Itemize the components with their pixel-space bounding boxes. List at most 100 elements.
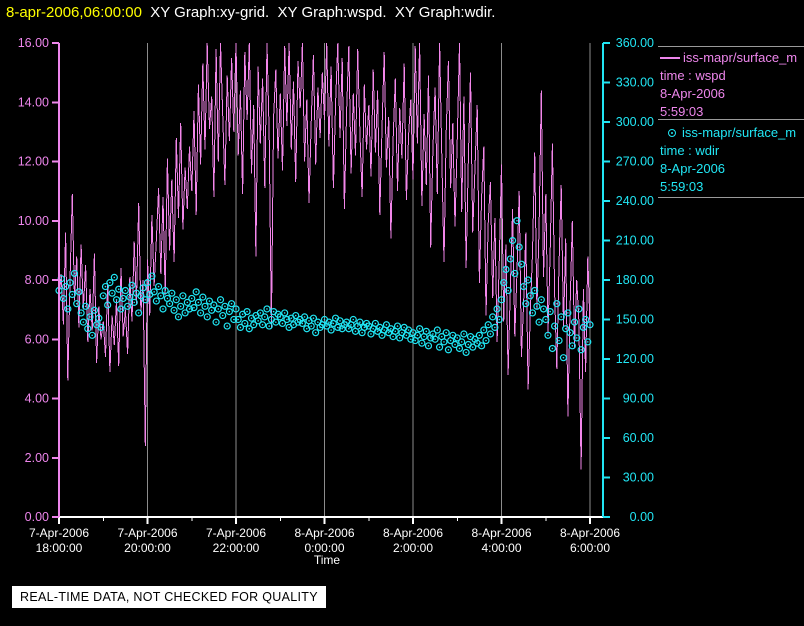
x-tick-date-label: 8-Apr-2006 (471, 526, 531, 540)
wdir-point-dot (159, 295, 162, 297)
wdir-point-dot (383, 329, 386, 331)
wdir-point-dot (356, 325, 359, 327)
wdir-point-dot (578, 308, 580, 310)
x-tick-time-label: 18:00:00 (36, 541, 83, 555)
x-tick-date-label: 7-Apr-2006 (29, 526, 89, 540)
wdir-point-dot (230, 302, 233, 305)
wdir-point-dot (370, 333, 372, 335)
wdir-point-dot (91, 334, 93, 337)
wdir-point-dot (288, 326, 290, 329)
wdir-point-dot (478, 334, 481, 337)
wdir-point-dot (206, 316, 209, 318)
wdir-point-dot (516, 219, 518, 222)
wdir-point-dot (553, 325, 556, 327)
circle-marker-icon (668, 129, 676, 137)
wdir-point-dot (414, 339, 417, 342)
wdir-point-dot (100, 326, 102, 329)
wdir-point-dot (502, 281, 505, 284)
wdir-point-dot (372, 327, 374, 330)
wdir-point-dot (228, 310, 231, 313)
wdir-point-dot (483, 329, 485, 331)
wdir-point-dot (142, 287, 144, 289)
wdir-point-dot (270, 318, 273, 321)
x-tick-date-label: 8-Apr-2006 (560, 526, 620, 540)
wdir-point-dot (396, 325, 399, 327)
legend-separator (658, 197, 804, 198)
wdir-point-dot (308, 320, 310, 322)
right-axis-tick-label: 60.00 (623, 431, 654, 445)
wdir-point-dot (584, 318, 587, 321)
wdir-point-dot (339, 320, 341, 322)
legend-separator (658, 119, 804, 120)
wdir-point-dot (562, 356, 565, 359)
wdir-point-dot (168, 302, 171, 305)
wdir-point-dot (361, 331, 363, 334)
legend-entry-wspd-name[interactable]: iss-mapr/surface_m (660, 50, 804, 65)
wdir-point-dot (122, 297, 124, 300)
wdir-point-dot (195, 291, 197, 293)
wdir-point-dot (171, 292, 173, 294)
wdir-point-dot (529, 295, 532, 297)
wdir-point-dot (345, 321, 348, 323)
wdir-point-dot (412, 331, 414, 334)
left-axis-tick-label: 6.00 (25, 332, 49, 346)
wdir-point-dot (474, 338, 476, 341)
wdir-point-dot (330, 329, 332, 331)
wdir-point-dot (494, 326, 496, 329)
wdir-point-dot (252, 323, 255, 326)
wdir-point-dot (452, 334, 454, 337)
wdir-point-dot (283, 312, 286, 314)
wdir-point-dot (354, 330, 357, 333)
wdir-point-dot (129, 296, 131, 298)
wdir-point-dot (244, 322, 246, 325)
left-axis-tick-label: 12.00 (18, 155, 49, 169)
wdir-point-dot (465, 351, 467, 354)
wdir-point-dot (248, 327, 251, 330)
wdir-point-dot (359, 321, 361, 323)
wdir-point-dot (500, 298, 503, 301)
wdir-point-dot (250, 317, 253, 319)
wdir-point-dot (485, 339, 487, 342)
wdir-point-dot (317, 321, 319, 323)
left-axis-tick-label: 2.00 (25, 451, 49, 465)
wdir-point-dot (558, 339, 560, 342)
wdir-point-dot (232, 318, 235, 321)
wdir-point-dot (489, 333, 492, 335)
wdir-point-dot (407, 329, 410, 331)
wdir-point-dot (303, 316, 306, 318)
wdir-point-dot (175, 298, 178, 301)
wdir-point-dot (281, 322, 284, 325)
wdir-point-dot (224, 305, 226, 308)
wdir-point-dot (575, 337, 578, 339)
wdir-point-dot (124, 289, 127, 292)
right-axis-tick-label: 270.00 (616, 155, 654, 169)
wdir-point-dot (131, 284, 133, 287)
right-axis-tick-label: 300.00 (616, 115, 654, 129)
wdir-point-dot (314, 331, 317, 334)
wdir-point-dot (385, 323, 388, 326)
wdir-point-dot (348, 327, 350, 330)
x-tick-time-label: 2:00:00 (393, 541, 433, 555)
wdir-point-dot (120, 308, 122, 310)
wdir-point-dot (427, 345, 430, 347)
wdir-point-dot (520, 263, 523, 266)
wdir-point-dot (460, 341, 463, 343)
right-axis-tick-label: 30.00 (623, 471, 654, 485)
wdir-point-dot (193, 306, 195, 309)
wdir-point-dot (463, 333, 465, 335)
wdir-point-dot (126, 305, 129, 308)
wdir-point-dot (179, 305, 182, 308)
wdir-point-dot (376, 330, 379, 333)
wdir-point-dot (219, 298, 222, 301)
wdir-point-dot (560, 316, 563, 318)
wdir-point-dot (467, 343, 470, 346)
wdir-point-dot (476, 342, 478, 345)
wdir-point-dot (432, 333, 434, 335)
wdir-point-dot (213, 304, 215, 306)
legend-entry-wdir-name[interactable]: iss-mapr/surface_m (660, 125, 804, 140)
legend-entry-wdir-field: time : wdir (660, 143, 720, 158)
wdir-point-dot (458, 347, 461, 350)
right-axis-tick-label: 360.00 (616, 36, 654, 50)
wdir-point-dot (434, 338, 436, 341)
wdir-point-dot (151, 275, 153, 277)
